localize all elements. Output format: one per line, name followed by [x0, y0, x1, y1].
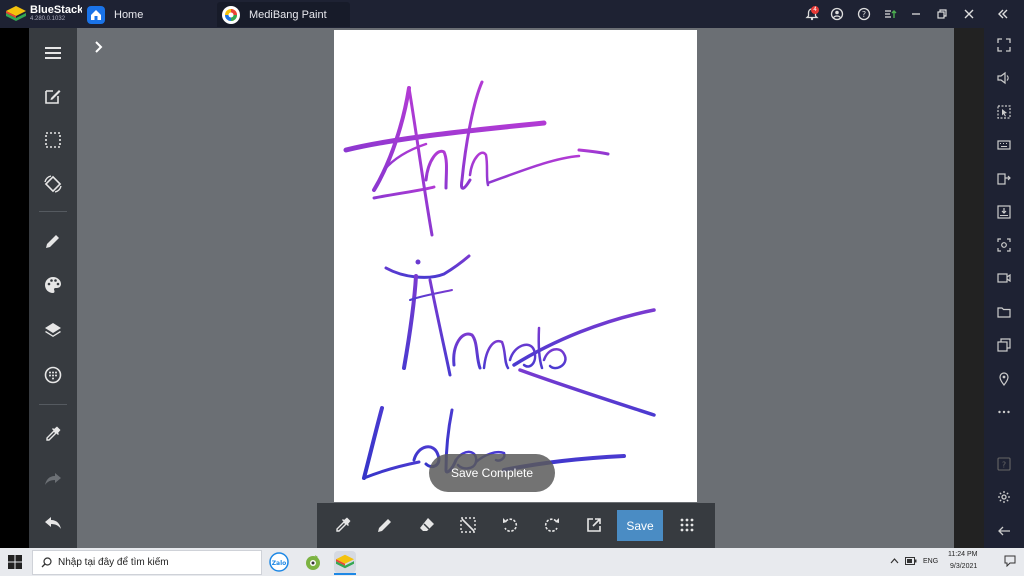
- medibang-icon: [222, 5, 240, 24]
- rotate-right-icon[interactable]: [541, 514, 563, 536]
- deselect-icon[interactable]: [457, 514, 479, 536]
- grid-menu-icon[interactable]: [676, 514, 698, 536]
- material-icon[interactable]: [41, 363, 65, 387]
- bluestacks-logo-icon: [6, 6, 26, 22]
- volume-icon[interactable]: [995, 69, 1013, 87]
- more-options-icon[interactable]: [995, 403, 1013, 421]
- edit-canvas-icon[interactable]: [41, 84, 65, 108]
- minimize-icon[interactable]: [908, 6, 924, 22]
- close-icon[interactable]: [961, 6, 977, 22]
- pen-tool-icon[interactable]: [41, 229, 65, 253]
- collapse-sidebar-icon[interactable]: [995, 6, 1011, 22]
- svg-text:?: ?: [862, 10, 866, 19]
- active-app-indicator: [334, 573, 356, 575]
- notification-center-icon[interactable]: [1004, 554, 1016, 572]
- install-apk-icon[interactable]: [995, 169, 1013, 187]
- help-icon[interactable]: ?: [856, 6, 872, 22]
- tab-medibang-paint[interactable]: MediBang Paint: [217, 2, 350, 27]
- rotate-canvas-icon[interactable]: [41, 172, 65, 196]
- folder-icon[interactable]: [995, 303, 1013, 321]
- location-icon[interactable]: [995, 370, 1013, 388]
- selection-icon[interactable]: [41, 128, 65, 152]
- multi-instance-icon[interactable]: [995, 336, 1013, 354]
- settings-gear-icon[interactable]: [995, 488, 1013, 506]
- clock-time[interactable]: 11:24 PM: [948, 551, 977, 558]
- windows-start-icon[interactable]: [8, 555, 22, 569]
- pen-tool-icon[interactable]: [374, 514, 396, 536]
- clock-date[interactable]: 9/3/2021: [950, 563, 977, 570]
- notification-badge: 4: [811, 6, 819, 14]
- bluestacks-version: 4.280.0.1032: [30, 16, 66, 22]
- stroke-word-anh: [343, 80, 610, 237]
- eyedropper-icon[interactable]: [41, 422, 65, 446]
- toolbar-divider: [39, 211, 67, 212]
- update-icon[interactable]: [882, 6, 898, 22]
- search-placeholder: Nhập tại đây để tìm kiếm: [58, 557, 169, 568]
- apk-download-icon[interactable]: [995, 203, 1013, 221]
- restore-icon[interactable]: [934, 6, 950, 22]
- chevron-right-icon[interactable]: [92, 40, 106, 54]
- home-icon: [87, 5, 105, 24]
- save-button[interactable]: Save: [617, 510, 663, 541]
- taskbar-search-box[interactable]: Nhập tại đây để tìm kiếm: [32, 550, 262, 575]
- save-complete-toast: Save Complete: [429, 454, 555, 492]
- fullscreen-icon[interactable]: [995, 36, 1013, 54]
- bluestacks-name: BlueStacks: [30, 4, 90, 16]
- rotate-left-icon[interactable]: [499, 514, 521, 536]
- bluestacks-sidebar: ?: [984, 28, 1024, 548]
- handwriting-strokes: [343, 80, 656, 480]
- search-icon: [41, 557, 52, 568]
- stroke-word-mando: [384, 254, 656, 417]
- tab-home-label: Home: [114, 8, 144, 21]
- eyedropper-icon[interactable]: [332, 514, 354, 536]
- toolbar-divider: [39, 404, 67, 405]
- screenshot-icon[interactable]: [995, 236, 1013, 254]
- back-arrow-icon[interactable]: [995, 522, 1013, 540]
- svg-text:Zalo: Zalo: [272, 560, 287, 567]
- battery-icon[interactable]: [905, 557, 917, 567]
- menu-icon[interactable]: [41, 41, 65, 65]
- undo-icon[interactable]: [41, 511, 65, 535]
- record-video-icon[interactable]: [995, 269, 1013, 287]
- drawing-canvas[interactable]: [334, 30, 697, 502]
- color-palette-icon[interactable]: [41, 273, 65, 297]
- left-toolbar: [29, 28, 77, 548]
- bluestacks-icon[interactable]: [334, 551, 356, 573]
- redo-icon[interactable]: [41, 467, 65, 491]
- bottom-toolbar: Save: [317, 503, 715, 548]
- tab-medibang-label: MediBang Paint: [249, 8, 327, 21]
- share-export-icon[interactable]: [583, 514, 605, 536]
- help-icon[interactable]: ?: [995, 455, 1013, 473]
- account-icon[interactable]: [829, 6, 845, 22]
- emulator-right-border: [954, 28, 984, 548]
- pointer-mode-icon[interactable]: [995, 103, 1013, 121]
- layers-icon[interactable]: [41, 318, 65, 342]
- keyboard-icon[interactable]: [995, 136, 1013, 154]
- eraser-icon[interactable]: [416, 514, 438, 536]
- coccoc-icon[interactable]: [302, 551, 324, 573]
- zalo-icon[interactable]: Zalo: [268, 551, 290, 573]
- language-indicator[interactable]: ENG: [923, 558, 938, 565]
- emulator-left-border: [0, 28, 29, 548]
- tab-home[interactable]: Home: [82, 2, 215, 27]
- svg-text:?: ?: [1002, 461, 1006, 470]
- chevron-up-icon[interactable]: [890, 557, 899, 566]
